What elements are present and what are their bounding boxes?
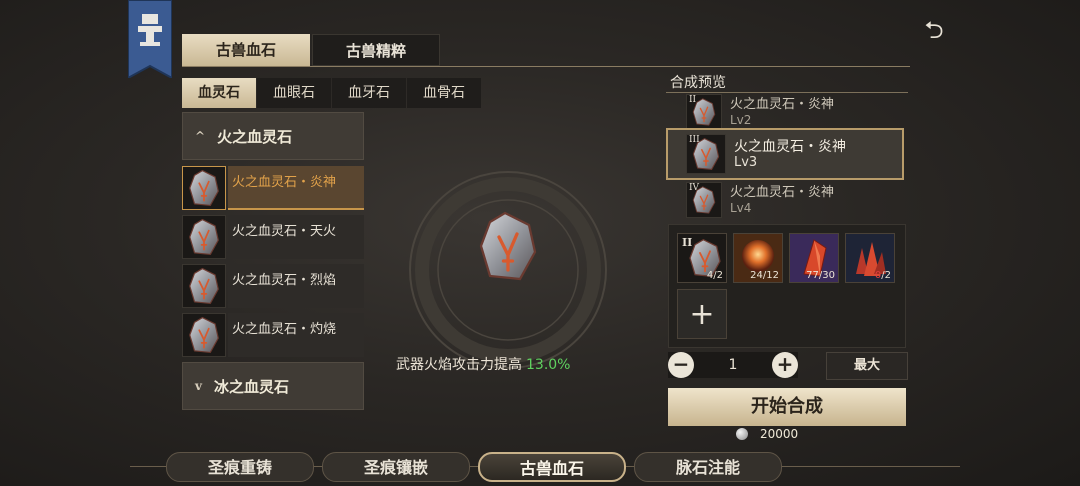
preview-name: 火之血灵石・炎神 <box>730 185 835 200</box>
tier-label: II <box>689 95 697 105</box>
blood-stone-icon: II <box>686 94 722 130</box>
material-slot[interactable]: 77/30 <box>789 233 839 283</box>
material-count: 4/2 <box>706 270 723 281</box>
list-item-label: 火之血灵石・烈焰 <box>228 264 364 308</box>
material-count: 77/30 <box>806 270 835 281</box>
preview-level: Lv4 <box>730 201 752 215</box>
top-tabs: 古兽血石 古兽精粹 <box>182 34 442 66</box>
list-item-label: 火之血灵石・炎神 <box>228 166 364 210</box>
bonus-text: 武器火焰攻击力提高 <box>396 357 522 373</box>
stone-list: ^ 火之血灵石 火之血灵石・炎神 火之血灵石・天火 火之血灵石・烈焰 火之血灵石… <box>182 112 364 424</box>
cost-value: 20000 <box>760 427 799 441</box>
guild-banner <box>127 0 173 80</box>
preview-row[interactable]: II 火之血灵石・炎神 Lv2 <box>686 94 902 130</box>
max-button[interactable]: 最大 <box>826 352 908 380</box>
back-icon[interactable]: ⮌ <box>918 16 950 44</box>
subtab-blood-eye-stone[interactable]: 血眼石 <box>257 78 331 108</box>
tier-label: IV <box>689 183 700 193</box>
material-count: 0/2 <box>874 270 891 281</box>
list-item[interactable]: 火之血灵石・烈焰 <box>182 264 364 308</box>
preview-name: 火之血灵石・炎神 <box>730 97 835 112</box>
tab-ancient-beast-bloodstone[interactable]: 古兽血石 <box>182 34 310 66</box>
subtab-blood-bone-stone[interactable]: 血骨石 <box>407 78 481 108</box>
preview-row[interactable]: IV 火之血灵石・炎神 Lv4 <box>686 182 902 218</box>
quantity-value[interactable]: 1 <box>702 352 764 378</box>
quantity-stepper: − 1 + <box>668 352 798 378</box>
subtab-blood-spirit-stone[interactable]: 血灵石 <box>182 78 256 108</box>
fire-blood-stone-icon <box>182 313 226 357</box>
nav-stigmata-inlay[interactable]: 圣痕镶嵌 <box>322 452 470 482</box>
category-ice-header[interactable]: v 冰之血灵石 <box>182 362 364 410</box>
chevron-down-icon: v <box>195 379 202 393</box>
subtab-blood-fang-stone[interactable]: 血牙石 <box>332 78 406 108</box>
preview-level: Lv3 <box>734 154 758 170</box>
increase-button[interactable]: + <box>772 352 798 378</box>
list-item-label: 火之血灵石・灼烧 <box>228 313 364 357</box>
divider <box>666 92 908 93</box>
add-material-button[interactable]: + <box>677 289 727 339</box>
nav-vein-stone-infusion[interactable]: 脉石注能 <box>634 452 782 482</box>
fire-blood-stone-icon <box>182 264 226 308</box>
silver-coin-icon <box>736 428 748 440</box>
category-fire-header[interactable]: ^ 火之血灵石 <box>182 112 364 160</box>
material-slot[interactable]: 24/12 <box>733 233 783 283</box>
preview-name: 火之血灵石・炎神 <box>734 138 846 155</box>
preview-row-selected[interactable]: III 火之血灵石・炎神 Lv3 <box>666 128 904 180</box>
materials-panel: II 4/2 24/12 77/30 0/2 + <box>668 224 906 348</box>
decrease-button[interactable]: − <box>668 352 694 378</box>
material-slot[interactable]: II 4/2 <box>677 233 727 283</box>
synthesis-cost: 20000 <box>736 426 798 442</box>
bonus-value: 13.0% <box>526 357 571 373</box>
nav-stigmata-reforge[interactable]: 圣痕重铸 <box>166 452 314 482</box>
material-slot[interactable]: 0/2 <box>845 233 895 283</box>
start-synthesis-button[interactable]: 开始合成 <box>668 388 906 426</box>
list-item[interactable]: 火之血灵石・天火 <box>182 215 364 259</box>
blood-stone-icon: III <box>686 134 726 174</box>
category-label: 冰之血灵石 <box>213 377 289 396</box>
divider <box>182 66 910 67</box>
list-item-label: 火之血灵石・天火 <box>228 215 364 259</box>
list-item[interactable]: 火之血灵石・炎神 <box>182 166 364 210</box>
sub-tabs: 血灵石 血眼石 血牙石 血骨石 <box>182 78 482 108</box>
material-count: 24/12 <box>750 270 779 281</box>
preview-level: Lv2 <box>730 113 752 127</box>
fire-blood-stone-icon <box>182 166 226 210</box>
stone-display <box>408 170 608 370</box>
chevron-up-icon: ^ <box>195 129 206 143</box>
category-label: 火之血灵石 <box>217 127 293 146</box>
nav-ancient-beast-bloodstone[interactable]: 古兽血石 <box>478 452 626 482</box>
blood-stone-icon: IV <box>686 182 722 218</box>
bonus-stat: 武器火焰攻击力提高 13.0% <box>396 354 570 374</box>
preview-title: 合成预览 <box>670 75 726 91</box>
list-item[interactable]: 火之血灵石・灼烧 <box>182 313 364 357</box>
fire-blood-stone-icon <box>182 215 226 259</box>
tab-ancient-beast-essence[interactable]: 古兽精粹 <box>312 34 440 66</box>
tier-label: III <box>689 135 700 145</box>
